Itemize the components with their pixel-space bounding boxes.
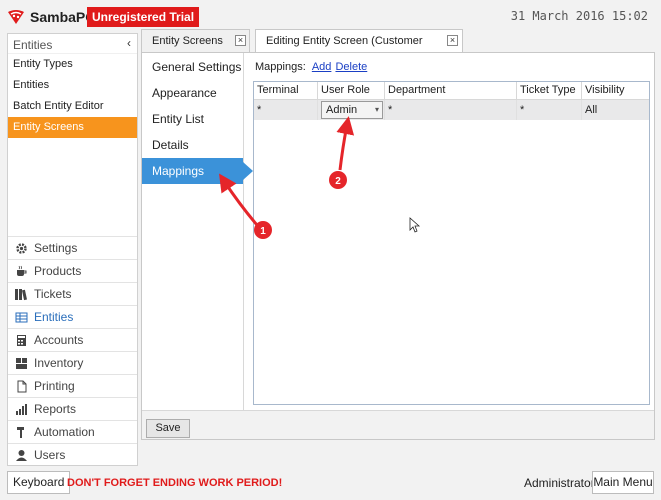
unregistered-trial-badge: Unregistered Trial — [87, 7, 200, 27]
sidebar-section-title: Entities — [13, 38, 53, 52]
user-role-dropdown[interactable]: Admin ▾ — [321, 101, 383, 119]
menu-item-mappings[interactable]: Mappings — [142, 158, 253, 184]
nav-item-inventory[interactable]: Inventory — [8, 351, 137, 374]
sidebar-item-entities[interactable]: Entities — [8, 75, 137, 96]
nav-label: Accounts — [34, 333, 84, 347]
mappings-toolbar: Mappings: Add Delete — [255, 61, 367, 73]
table-icon — [14, 310, 28, 324]
nav-label: Printing — [34, 379, 75, 393]
nav-label: Tickets — [34, 287, 72, 301]
main-menu-button[interactable]: Main Menu — [592, 471, 654, 494]
close-icon[interactable]: × — [447, 35, 458, 46]
sidebar-item-entity-screens[interactable]: Entity Screens — [8, 117, 137, 138]
collapse-chevron-icon[interactable]: ‹ — [127, 36, 131, 50]
cell-department[interactable]: * — [385, 100, 517, 120]
nav-item-tickets[interactable]: Tickets — [8, 282, 137, 305]
delete-mapping-link[interactable]: Delete — [335, 61, 367, 73]
menu-item-details[interactable]: Details — [142, 132, 243, 158]
calculator-icon — [14, 333, 28, 347]
nav-label: Settings — [34, 241, 78, 255]
column-header-terminal[interactable]: Terminal — [254, 82, 318, 100]
user-icon — [14, 448, 28, 462]
left-sidebar: Entities ‹ Entity Types Entities Batch E… — [7, 33, 138, 466]
app-footer: Keyboard DON'T FORGET ENDING WORK PERIOD… — [0, 466, 661, 500]
mappings-label: Mappings: — [255, 61, 306, 73]
save-button[interactable]: Save — [146, 419, 190, 438]
close-icon[interactable]: × — [235, 35, 246, 46]
entity-sub-menu: Entity Types Entities Batch Entity Edito… — [8, 54, 137, 138]
nav-label: Entities — [34, 310, 74, 324]
logged-in-user: Administrator — [524, 476, 595, 490]
column-header-department[interactable]: Department — [385, 82, 517, 100]
keyboard-button[interactable]: Keyboard — [7, 471, 71, 494]
add-mapping-link[interactable]: Add — [312, 61, 332, 73]
bar-chart-icon — [14, 402, 28, 416]
cell-visibility[interactable]: All — [582, 100, 649, 120]
user-role-value: Admin — [326, 104, 358, 116]
tab-editing-entity-screen[interactable]: Editing Entity Screen (Customer Search) … — [255, 29, 463, 69]
nav-item-printing[interactable]: Printing — [8, 374, 137, 397]
save-bar: Save — [142, 410, 654, 439]
gear-icon — [14, 241, 28, 255]
nav-label: Products — [34, 264, 82, 278]
sidebar-section-header: Entities ‹ — [8, 34, 137, 54]
nav-item-products[interactable]: Products — [8, 259, 137, 282]
coffee-cup-icon — [14, 264, 28, 278]
cell-ticket-type[interactable]: * — [517, 100, 582, 120]
column-header-user-role[interactable]: User Role — [318, 82, 385, 100]
sidebar-item-entity-types[interactable]: Entity Types — [8, 54, 137, 75]
cell-user-role[interactable]: Admin ▾ — [318, 100, 385, 120]
sidebar-item-batch-entity-editor[interactable]: Batch Entity Editor — [8, 96, 137, 117]
nav-item-reports[interactable]: Reports — [8, 397, 137, 420]
mappings-panel: Mappings: Add Delete Terminal User Role … — [245, 53, 654, 410]
entity-screen-settings-menu: General Settings Appearance Entity List … — [142, 53, 253, 410]
nav-label: Inventory — [34, 356, 84, 370]
main-navigation: Settings Products Tickets Entities Accou… — [8, 236, 137, 466]
nav-item-users[interactable]: Users — [8, 443, 137, 466]
table-row[interactable]: * Admin ▾ * * All — [254, 100, 649, 120]
editor-content: General Settings Appearance Entity List … — [141, 52, 655, 440]
nav-item-accounts[interactable]: Accounts — [8, 328, 137, 351]
column-header-visibility[interactable]: Visibility — [582, 82, 649, 100]
nav-item-entities[interactable]: Entities — [8, 305, 137, 328]
nav-label: Users — [34, 448, 66, 462]
grid-header-row: Terminal User Role Department Ticket Typ… — [254, 82, 649, 100]
hammer-icon — [14, 425, 28, 439]
cell-terminal[interactable]: * — [254, 100, 318, 120]
column-header-ticket-type[interactable]: Ticket Type — [517, 82, 582, 100]
chevron-down-icon: ▾ — [374, 105, 379, 114]
tab-label: Entity Screens — [152, 35, 223, 47]
menu-item-appearance[interactable]: Appearance — [142, 80, 243, 106]
nav-item-settings[interactable]: Settings — [8, 236, 137, 259]
mappings-grid: Terminal User Role Department Ticket Typ… — [253, 81, 650, 405]
books-icon — [14, 287, 28, 301]
nav-item-automation[interactable]: Automation — [8, 420, 137, 443]
tab-entity-screens[interactable]: Entity Screens × — [141, 29, 250, 52]
current-datetime: 31 March 2016 15:02 — [510, 9, 648, 23]
document-icon — [14, 379, 28, 393]
inventory-icon — [14, 356, 28, 370]
nav-label: Automation — [34, 425, 95, 439]
sambapos-logo-icon — [6, 7, 26, 27]
menu-item-entity-list[interactable]: Entity List — [142, 106, 243, 132]
nav-label: Reports — [34, 402, 77, 416]
menu-item-general-settings[interactable]: General Settings — [142, 54, 243, 80]
work-period-warning: DON'T FORGET ENDING WORK PERIOD! — [67, 477, 283, 489]
